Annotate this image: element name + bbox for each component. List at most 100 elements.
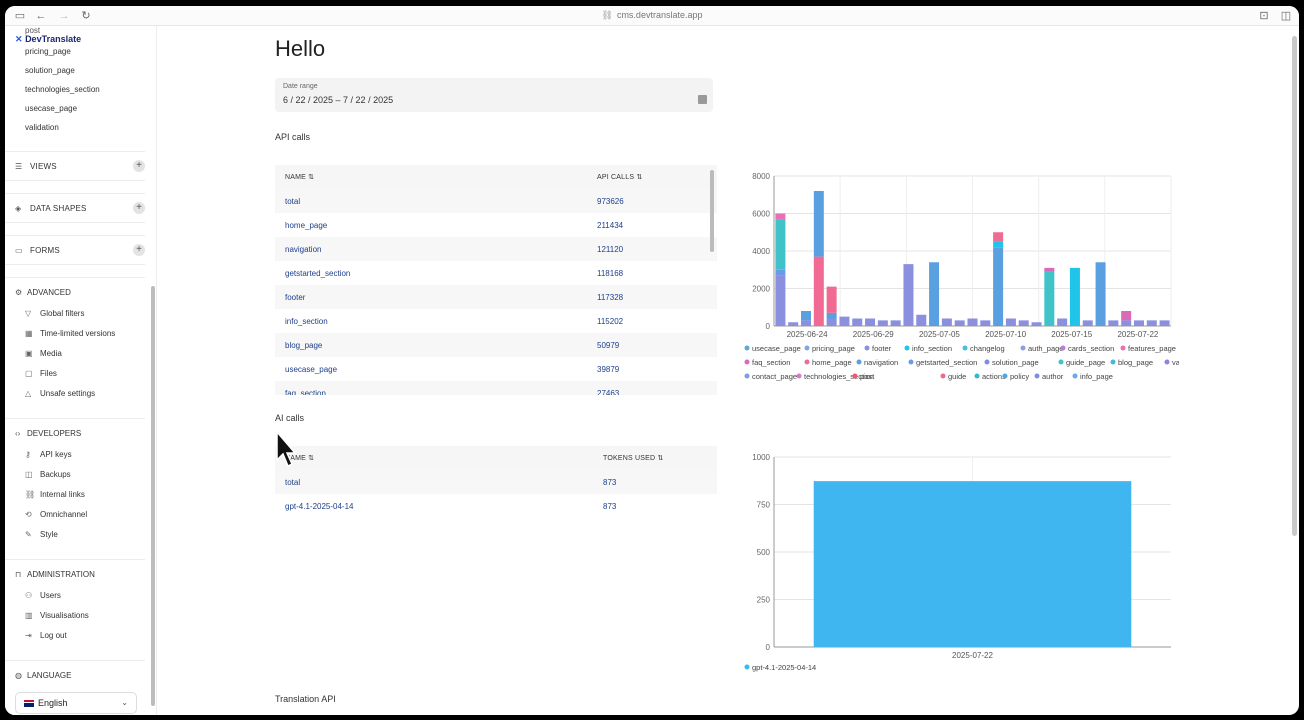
bar-segment[interactable] bbox=[929, 262, 940, 326]
legend-item[interactable]: policy bbox=[1002, 372, 1030, 381]
sidebar-item-media[interactable]: ▣ Media bbox=[25, 349, 62, 358]
bar-segment[interactable] bbox=[877, 320, 888, 326]
sidebar-item-style[interactable]: ✎ Style bbox=[25, 530, 58, 539]
bar-segment[interactable] bbox=[916, 314, 927, 326]
row-name[interactable]: getstarted_section bbox=[285, 269, 350, 278]
legend-item[interactable]: validation bbox=[1164, 358, 1180, 367]
bar-segment[interactable] bbox=[1146, 320, 1157, 326]
bar-segment[interactable] bbox=[775, 269, 786, 276]
legend-item[interactable]: features_page bbox=[1120, 344, 1176, 353]
legend-item[interactable]: pricing_page bbox=[804, 344, 855, 353]
bar-segment[interactable] bbox=[826, 312, 837, 319]
column-api-calls-header[interactable]: API CALLS ⇅ bbox=[597, 173, 642, 181]
table-row[interactable]: info_section 115202 bbox=[275, 309, 717, 333]
bar-segment[interactable] bbox=[826, 318, 837, 327]
column-tokens-used-header[interactable]: TOKENS USED ⇅ bbox=[603, 454, 663, 462]
row-name[interactable]: total bbox=[285, 197, 300, 206]
bar-segment[interactable] bbox=[1121, 311, 1132, 321]
row-name[interactable]: home_page bbox=[285, 221, 327, 230]
legend-item[interactable]: guide_page bbox=[1058, 358, 1106, 367]
sidebar-item-api-keys[interactable]: ⚷ API keys bbox=[25, 450, 72, 459]
bar-segment[interactable] bbox=[813, 191, 824, 257]
bar-segment[interactable] bbox=[865, 318, 876, 327]
bar-segment[interactable] bbox=[903, 264, 914, 326]
bar-segment[interactable] bbox=[980, 320, 991, 326]
table-row[interactable]: gpt-4.1-2025-04-14 873 bbox=[275, 494, 717, 518]
date-range-value[interactable]: 6 / 22 / 2025 – 7 / 22 / 2025 bbox=[283, 95, 393, 105]
bar-segment[interactable] bbox=[1005, 318, 1016, 327]
bar-segment[interactable] bbox=[852, 318, 863, 327]
language-select[interactable]: English ⌄ bbox=[15, 692, 137, 714]
sidebar-item-global-filters[interactable]: ▽ Global filters bbox=[25, 309, 84, 318]
legend-item[interactable]: solution_page bbox=[984, 358, 1039, 367]
sidebar-item-pricing-page[interactable]: pricing_page bbox=[25, 47, 71, 56]
bar-segment[interactable] bbox=[1057, 318, 1068, 327]
row-name[interactable]: blog_page bbox=[285, 341, 322, 350]
bar-segment[interactable] bbox=[1069, 267, 1080, 326]
bar-segment[interactable] bbox=[954, 320, 965, 326]
legend-item[interactable]: contact_page bbox=[744, 372, 798, 381]
table-row[interactable]: total 973626 bbox=[275, 189, 717, 213]
section-views[interactable]: ☰ VIEWS + bbox=[5, 151, 145, 181]
bar-segment[interactable] bbox=[775, 219, 786, 270]
legend-item[interactable]: getstarted_section bbox=[908, 358, 978, 367]
legend-item[interactable]: info_page bbox=[1072, 372, 1113, 381]
bar-segment[interactable] bbox=[941, 318, 952, 327]
legend-item[interactable]: info_section bbox=[904, 344, 953, 353]
row-name[interactable]: total bbox=[285, 478, 300, 487]
bar-segment[interactable] bbox=[801, 320, 812, 326]
share-icon[interactable]: ⊡ bbox=[1257, 9, 1271, 23]
bar-segment[interactable] bbox=[775, 275, 786, 326]
legend-item[interactable]: auth_page bbox=[1020, 344, 1064, 353]
advanced-header[interactable]: ⚙ ADVANCED bbox=[15, 288, 71, 297]
table-row[interactable]: home_page 211434 bbox=[275, 213, 717, 237]
administration-header[interactable]: ⊓ ADMINISTRATION bbox=[15, 570, 95, 579]
legend-item[interactable]: usecase_page bbox=[744, 344, 801, 353]
section-data-shapes[interactable]: ◈ DATA SHAPES + bbox=[5, 193, 145, 223]
add-data-shape-button[interactable]: + bbox=[133, 202, 145, 214]
split-view-icon[interactable]: ◫ bbox=[1279, 9, 1293, 23]
page-scrollbar[interactable] bbox=[1292, 36, 1297, 536]
sidebar-item-log-out[interactable]: ⇥ Log out bbox=[25, 631, 67, 640]
bar-segment[interactable] bbox=[1108, 320, 1119, 326]
legend-item[interactable]: faq_section bbox=[744, 358, 791, 367]
sidebar-item-files[interactable]: ▢ Files bbox=[25, 369, 57, 378]
row-name[interactable]: gpt-4.1-2025-04-14 bbox=[285, 502, 354, 511]
row-name[interactable]: faq_section bbox=[285, 389, 326, 395]
bar-segment[interactable] bbox=[813, 256, 824, 326]
sidebar-item-technologies-section[interactable]: technologies_section bbox=[25, 85, 100, 94]
bar-segment[interactable] bbox=[1018, 320, 1029, 326]
sidebar-item-users[interactable]: ⚇ Users bbox=[25, 591, 61, 600]
row-name[interactable]: footer bbox=[285, 293, 305, 302]
table-row[interactable]: blog_page 50979 bbox=[275, 333, 717, 357]
bar-segment[interactable] bbox=[890, 320, 901, 326]
add-form-button[interactable]: + bbox=[133, 244, 145, 256]
bar[interactable] bbox=[813, 481, 1132, 647]
table-scrollbar[interactable] bbox=[710, 170, 714, 252]
legend-item[interactable]: home_page bbox=[804, 358, 852, 367]
table-row[interactable]: footer 117328 bbox=[275, 285, 717, 309]
developers-header[interactable]: ‹› DEVELOPERS bbox=[15, 429, 81, 438]
legend-item[interactable]: blog_page bbox=[1110, 358, 1154, 367]
sidebar-item-backups[interactable]: ◫ Backups bbox=[25, 470, 71, 479]
bar-segment[interactable] bbox=[1082, 320, 1093, 326]
table-row[interactable]: faq_section 27463 bbox=[275, 381, 717, 395]
sidebar-item-unsafe-settings[interactable]: △ Unsafe settings bbox=[25, 389, 95, 398]
legend-item[interactable]: navigation bbox=[856, 358, 899, 367]
row-name[interactable]: navigation bbox=[285, 245, 321, 254]
bar-segment[interactable] bbox=[1133, 320, 1144, 326]
sidebar-item-omnichannel[interactable]: ⟲ Omnichannel bbox=[25, 510, 87, 519]
sidebar-item-time-limited-versions[interactable]: ▦ Time-limited versions bbox=[25, 329, 115, 338]
legend-item[interactable]: gpt-4.1-2025-04-14 bbox=[744, 663, 817, 672]
date-range-picker[interactable]: Date range 6 / 22 / 2025 – 7 / 22 / 2025 bbox=[275, 78, 713, 112]
legend-item[interactable]: actions bbox=[974, 372, 1007, 381]
bar-segment[interactable] bbox=[1121, 320, 1132, 326]
legend-item[interactable]: changelog bbox=[962, 344, 1005, 353]
table-row[interactable]: navigation 121120 bbox=[275, 237, 717, 261]
bar-segment[interactable] bbox=[775, 213, 786, 220]
calendar-icon[interactable] bbox=[698, 95, 707, 104]
bar-segment[interactable] bbox=[839, 316, 850, 326]
row-name[interactable]: usecase_page bbox=[285, 365, 337, 374]
legend-item[interactable]: footer bbox=[864, 344, 892, 353]
add-view-button[interactable]: + bbox=[133, 160, 145, 172]
